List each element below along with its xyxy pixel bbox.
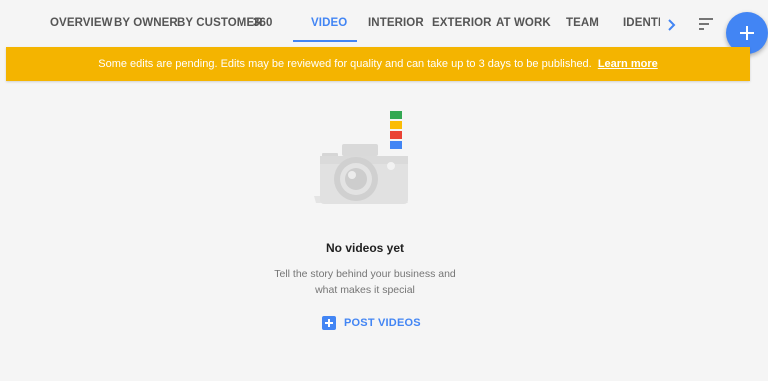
description-line-1: Tell the story behind your business and [274,268,456,280]
tab-by-customer[interactable]: BY CUSTOMER [177,17,263,33]
banner-message: Some edits are pending. Edits may be rev… [98,58,592,70]
tab-video[interactable]: VIDEO [311,17,347,33]
learn-more-link[interactable]: Learn more [598,58,658,70]
tab-by-owner[interactable]: BY OWNER [114,17,178,33]
tab-360[interactable]: 360 [253,17,273,33]
tab-exterior[interactable]: EXTERIOR [432,17,492,33]
tab-at-work[interactable]: AT WORK [496,17,551,33]
tab-overview[interactable]: OVERVIEW [50,17,113,33]
tab-identity[interactable]: IDENTITY [623,17,660,33]
tab-bar: OVERVIEW BY OWNER BY CUSTOMER 360 VIDEO … [0,0,768,46]
camera-illustration [308,108,416,208]
tab-team[interactable]: TEAM [566,17,599,33]
empty-state-title: No videos yet [325,241,405,255]
tab-overflow-clip: IDENTITY [620,10,660,40]
add-icon [740,26,754,40]
sort-icon[interactable] [697,16,715,32]
chevron-right-icon[interactable] [664,16,680,34]
post-videos-label: POST VIDEOS [344,317,421,329]
tab-interior[interactable]: INTERIOR [368,17,424,33]
empty-state-description: Tell the story behind your business and … [0,266,730,298]
add-box-icon [322,316,336,330]
active-tab-indicator [293,40,357,42]
description-line-2: what makes it special [315,284,415,296]
pending-edits-banner: Some edits are pending. Edits may be rev… [6,47,750,81]
